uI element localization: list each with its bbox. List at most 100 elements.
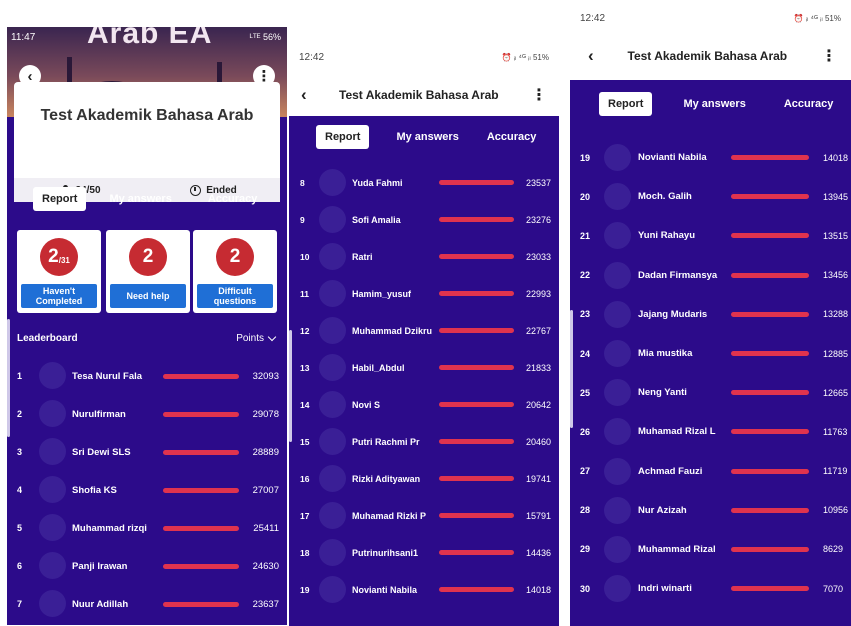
leaderboard-row[interactable]: 15 Putri Rachmi Pr 20460 [289, 423, 559, 460]
avatar [39, 590, 66, 617]
leaderboard-row[interactable]: 14 Novi S 20642 [289, 386, 559, 423]
scrollbar[interactable] [7, 319, 10, 437]
tab-report[interactable]: Report [33, 187, 87, 211]
stat-card-difficult-questions[interactable]: 2 Difficult questions [193, 230, 277, 313]
more-options-button[interactable]: ⋮ [821, 46, 837, 66]
avatar [604, 339, 631, 367]
leaderboard-row[interactable]: 19 Novianti Nabila 14018 [289, 571, 559, 608]
player-name: Sri Dewi SLS [72, 446, 131, 458]
more-options-button[interactable]: ⋮ [531, 85, 547, 105]
player-points: 8629 [823, 544, 844, 555]
rank-number: 11 [300, 288, 309, 299]
player-points: 23033 [525, 251, 551, 262]
accuracy-bar [439, 254, 514, 259]
player-name: Shofia KS [72, 484, 117, 496]
leaderboard-row[interactable]: 17 Muhamad Rizki P 15791 [289, 497, 559, 534]
nav-bar: ‹ Test Akademik Bahasa Arab ⋮ [570, 36, 851, 76]
rank-number: 19 [300, 584, 310, 595]
back-button[interactable]: ‹ [588, 46, 594, 66]
leaderboard-row[interactable]: 26 Muhamad Rizal L 11763 [570, 412, 851, 451]
screenshot-report-overview: Arab EA 11:47 ᴸᵀᴱ 56% ‹ ⋮ Test Akademik … [7, 27, 287, 625]
avatar [604, 222, 631, 250]
leaderboard-row[interactable]: 3 Sri Dewi SLS 28889 [7, 433, 287, 471]
leaderboard-row[interactable]: 4 Shofia KS 27007 [7, 471, 287, 509]
leaderboard-row[interactable]: 22 Dadan Firmansya 13456 [570, 256, 851, 295]
scrollbar[interactable] [289, 330, 292, 442]
tab-my-answers[interactable]: My answers [387, 125, 467, 149]
stat-card-havent-completed[interactable]: 2/31 Haven't Completed [17, 230, 101, 313]
leaderboard-row[interactable]: 6 Panji Irawan 24630 [7, 547, 287, 585]
leaderboard-row[interactable]: 29 Muhammad Rizal 8629 [570, 530, 851, 569]
accuracy-bar [439, 328, 514, 333]
leaderboard-row[interactable]: 24 Mia mustika 12885 [570, 334, 851, 373]
leaderboard-row[interactable]: 5 Muhammad rizqi 25411 [7, 509, 287, 547]
leaderboard-row[interactable]: 30 Indri winarti 7070 [570, 569, 851, 608]
leaderboard-list: 1 Tesa Nurul Fala 32093 2 Nurulfirman 29078 3 S… [7, 357, 287, 623]
player-points: 14018 [525, 584, 551, 595]
accuracy-bar [731, 350, 809, 356]
rank-number: 18 [300, 547, 310, 558]
rank-number: 20 [580, 191, 591, 202]
status-indicators: ⏰ ᵢₗ ⁴ᴳ ᵢₗ 51% [501, 52, 549, 62]
rank-number: 29 [580, 544, 591, 555]
back-button[interactable]: ‹ [301, 85, 307, 105]
player-name: Jajang Mudaris [638, 308, 708, 320]
tab-my-answers[interactable]: My answers [100, 187, 180, 211]
tab-my-answers[interactable]: My answers [674, 92, 754, 116]
leaderboard-row[interactable]: 11 Hamim_yusuf 22993 [289, 275, 559, 312]
points-sort-dropdown[interactable]: Points [236, 332, 277, 344]
tab-accuracy[interactable]: Accuracy [199, 187, 267, 211]
tab-report[interactable]: Report [599, 92, 653, 116]
tab-report[interactable]: Report [316, 125, 370, 149]
leaderboard-row[interactable]: 28 Nur Azizah 10956 [570, 491, 851, 530]
stat-value: 2 [229, 246, 241, 267]
tab-accuracy[interactable]: Accuracy [775, 92, 843, 116]
player-name: Rizki Adityawan [352, 473, 421, 484]
leaderboard-row[interactable]: 16 Rizki Adityawan 19741 [289, 460, 559, 497]
quiz-header-card: Test Akademik Bahasa Arab [14, 82, 280, 178]
scrollbar[interactable] [570, 310, 573, 428]
accuracy-bar [163, 602, 239, 607]
rank-number: 30 [580, 583, 591, 594]
rank-number: 23 [580, 309, 591, 320]
rank-number: 3 [17, 447, 23, 457]
player-name: Putri Rachmi Pr [352, 436, 420, 447]
leaderboard-row[interactable]: 2 Nurulfirman 29078 [7, 395, 287, 433]
accuracy-bar [731, 155, 809, 160]
player-name: Yuda Fahmi [352, 177, 403, 188]
leaderboard-row[interactable]: 25 Neng Yanti 12665 [570, 373, 851, 412]
player-points: 20460 [525, 436, 551, 447]
player-points: 27007 [252, 484, 279, 496]
leaderboard-row[interactable]: 8 Yuda Fahmi 23537 [289, 164, 559, 201]
player-points: 24630 [252, 560, 279, 572]
tab-accuracy[interactable]: Accuracy [478, 125, 546, 149]
avatar [604, 144, 631, 171]
leaderboard-row[interactable]: 1 Tesa Nurul Fala 32093 [7, 357, 287, 395]
leaderboard-row[interactable]: 19 Novianti Nabila 14018 [570, 138, 851, 177]
avatar [319, 428, 346, 455]
player-points: 12665 [823, 387, 849, 398]
leaderboard-row[interactable]: 18 Putrinurihsani1 14436 [289, 534, 559, 571]
stat-card-need-help[interactable]: 2 Need help [106, 230, 190, 313]
player-points: 12885 [823, 348, 849, 359]
accuracy-bar [439, 476, 514, 481]
points-label: Points [236, 333, 264, 344]
leaderboard-row[interactable]: 9 Sofi Amalia 23276 [289, 201, 559, 238]
rank-number: 12 [300, 325, 310, 336]
leaderboard-row[interactable]: 7 Nuur Adillah 23637 [7, 585, 287, 623]
avatar [319, 391, 346, 418]
avatar [319, 576, 346, 603]
rank-number: 28 [580, 505, 591, 516]
leaderboard-row[interactable]: 10 Ratri 23033 [289, 238, 559, 275]
status-indicators: ⏰ ᵢₗ ⁴ᴳ ᵢₗ 51% [793, 13, 841, 23]
leaderboard-row[interactable]: 27 Achmad Fauzi 11719 [570, 452, 851, 491]
status-bar: 12:42 ⏰ ᵢₗ ⁴ᴳ ᵢₗ 51% [570, 0, 851, 36]
leaderboard-row[interactable]: 13 Habil_Abdul 21833 [289, 349, 559, 386]
rank-number: 16 [300, 473, 310, 484]
nav-title: Test Akademik Bahasa Arab [339, 88, 499, 102]
leaderboard-row[interactable]: 12 Muhammad Dzikru 22767 [289, 312, 559, 349]
leaderboard-row[interactable]: 20 Moch. Galih 13945 [570, 177, 851, 216]
stat-label: Difficult questions [197, 284, 273, 308]
leaderboard-row[interactable]: 23 Jajang Mudaris 13288 [570, 295, 851, 334]
leaderboard-row[interactable]: 21 Yuni Rahayu 13515 [570, 216, 851, 255]
